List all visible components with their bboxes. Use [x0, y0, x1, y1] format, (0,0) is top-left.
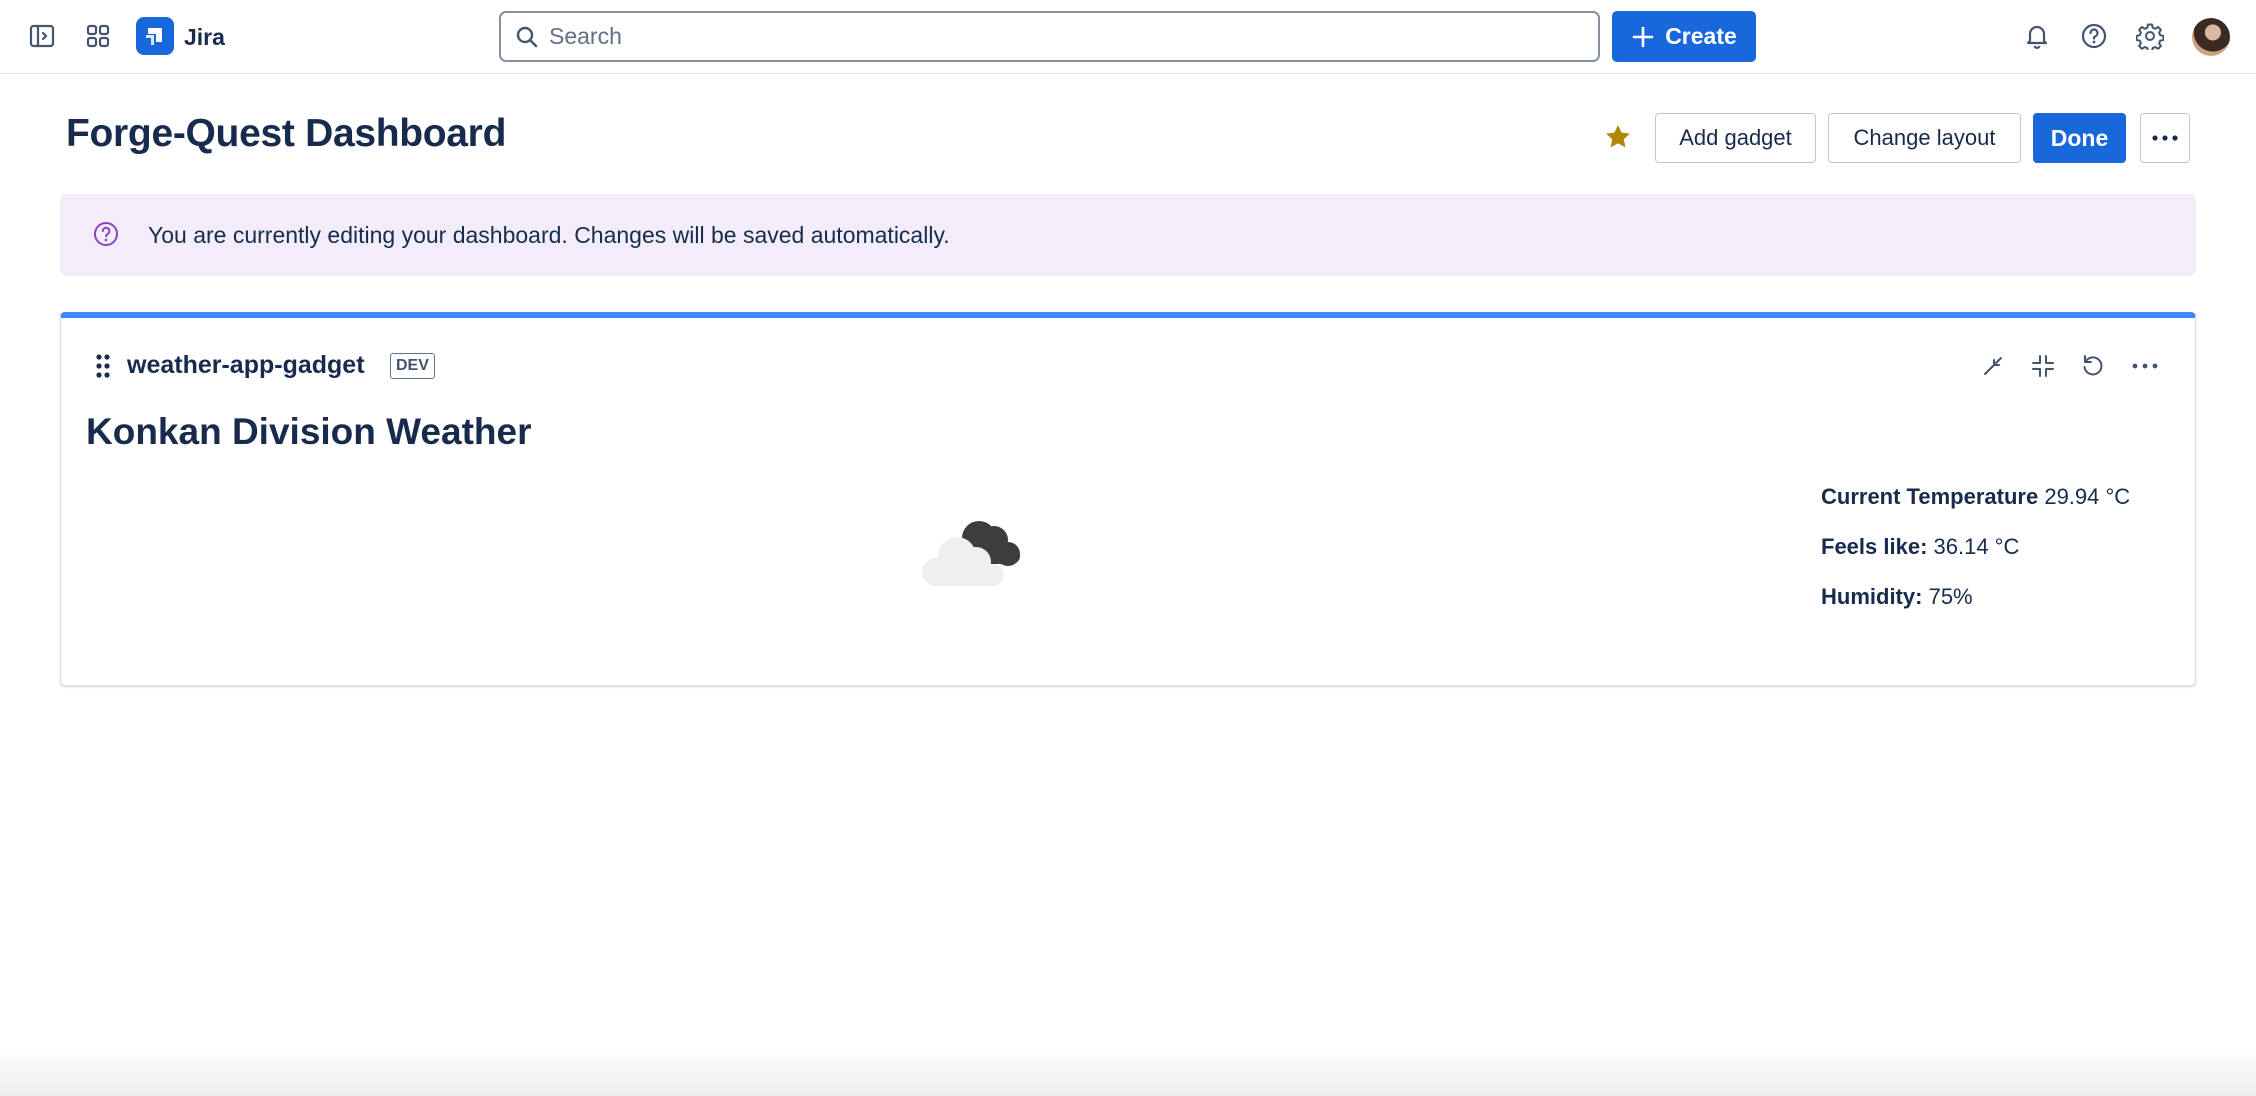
weather-stats: Current Temperature 29.94 °C Feels like:… — [1821, 482, 2130, 632]
humidity: Humidity: 75% — [1821, 582, 2130, 632]
help-icon[interactable] — [2072, 14, 2116, 58]
stat-label: Feels like: — [1821, 534, 1928, 559]
done-button[interactable]: Done — [2033, 113, 2126, 163]
notifications-bell-icon[interactable] — [2015, 14, 2059, 58]
top-navigation: Jira Create — [0, 0, 2256, 74]
current-temperature: Current Temperature 29.94 °C — [1821, 482, 2130, 532]
refresh-icon[interactable] — [2073, 346, 2113, 386]
create-label: Create — [1665, 23, 1737, 49]
jira-logo-icon[interactable] — [136, 17, 174, 55]
dev-badge: DEV — [390, 353, 435, 379]
stat-label: Humidity: — [1821, 584, 1923, 609]
page-title: Forge-Quest Dashboard — [66, 112, 507, 155]
stat-label: Current Temperature — [1821, 484, 2039, 509]
plus-icon — [1632, 26, 1654, 47]
app-name[interactable]: Jira — [184, 22, 225, 52]
app-switcher-icon[interactable] — [76, 14, 120, 58]
question-circle-icon — [94, 222, 118, 246]
gadget-more-icon[interactable] — [2125, 346, 2165, 386]
star-favorite-icon[interactable] — [1603, 122, 1633, 152]
stat-value: 36.14 °C — [1933, 534, 2020, 559]
gadget-name: weather-app-gadget — [127, 351, 365, 379]
weather-title: Konkan Division Weather — [86, 411, 532, 452]
more-actions-button[interactable] — [2140, 113, 2190, 163]
collapse-icon[interactable] — [2023, 346, 2063, 386]
stat-value: 75% — [1928, 584, 1973, 609]
sidebar-toggle-icon[interactable] — [20, 14, 64, 58]
search-box[interactable] — [499, 11, 1600, 62]
more-horizontal-icon — [2152, 135, 2178, 141]
drag-handle-icon[interactable] — [95, 353, 111, 379]
minimize-icon[interactable] — [1973, 346, 2013, 386]
search-icon — [516, 26, 538, 48]
banner-message: You are currently editing your dashboard… — [148, 222, 950, 248]
stat-value: 29.94 °C — [2044, 484, 2131, 509]
settings-gear-icon[interactable] — [2128, 14, 2172, 58]
add-gadget-button[interactable]: Add gadget — [1655, 113, 1816, 163]
search-input[interactable] — [549, 13, 1589, 60]
create-button[interactable]: Create — [1612, 11, 1756, 62]
weather-gadget: weather-app-gadget DEV Konkan Division W… — [60, 312, 2196, 686]
page-bottom-shadow — [0, 1046, 2256, 1096]
edit-mode-banner: You are currently editing your dashboard… — [60, 194, 2196, 276]
change-layout-button[interactable]: Change layout — [1828, 113, 2021, 163]
user-avatar[interactable] — [2192, 18, 2230, 56]
cloudy-weather-icon — [922, 521, 1020, 586]
feels-like: Feels like: 36.14 °C — [1821, 532, 2130, 582]
